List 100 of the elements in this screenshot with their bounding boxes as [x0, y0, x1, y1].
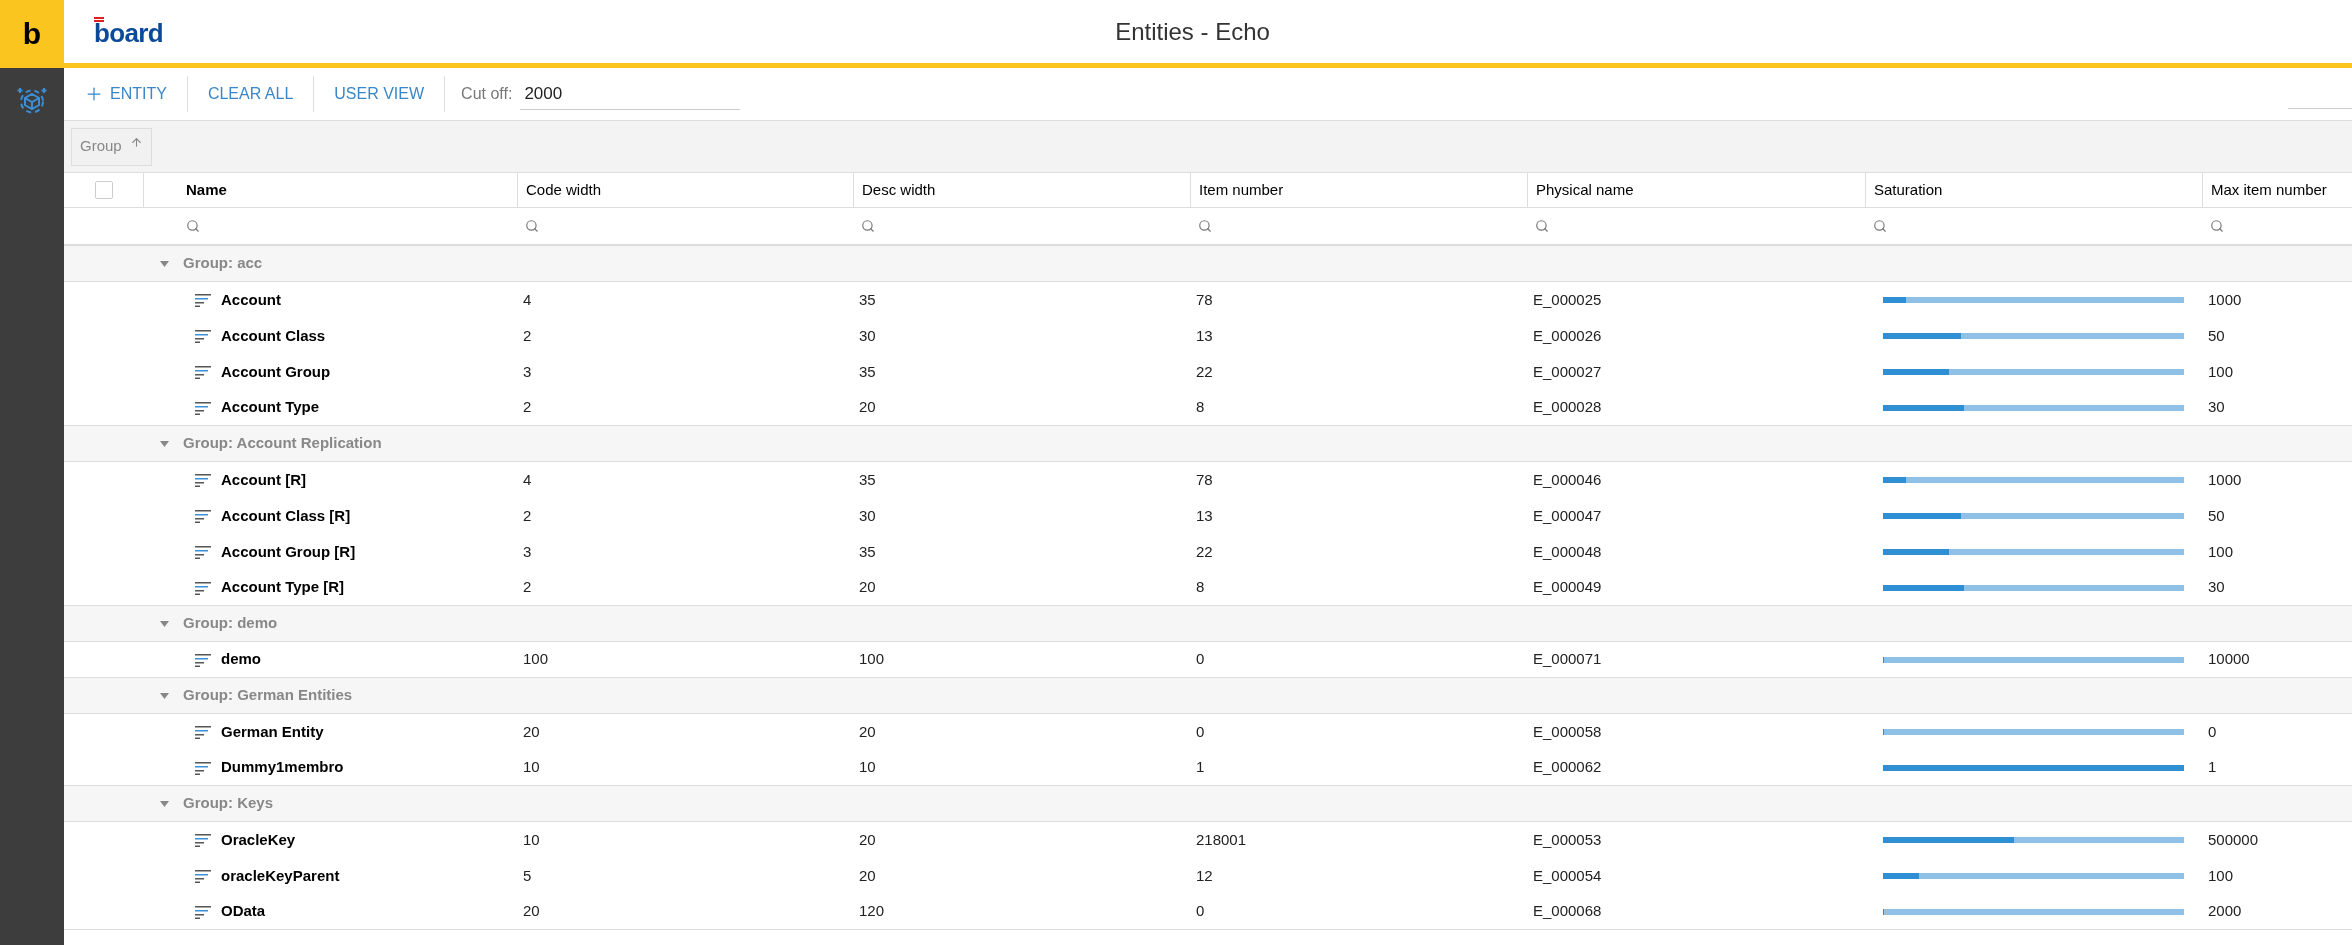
table-cell-text: E_000054	[1533, 865, 1602, 886]
group-label: Group: Keys	[183, 793, 273, 814]
sort-up-icon	[129, 136, 143, 149]
table-cell-text: 2	[523, 325, 532, 346]
table-cell-text: 2	[523, 577, 532, 598]
entity-name[interactable]: OData	[221, 900, 266, 923]
table-cell-text: 35	[859, 469, 876, 490]
table-cell-text: E_000049	[1533, 577, 1602, 598]
table-cell-text: 2	[523, 505, 532, 526]
table-cell-text: 0	[1196, 721, 1205, 742]
group-label: Group: German Entities	[183, 685, 353, 706]
search-icon[interactable]	[1873, 219, 1887, 233]
table-cell-text: E_000027	[1533, 361, 1602, 382]
entity-lines-icon	[195, 473, 212, 487]
table-cell-text: 30	[2208, 397, 2225, 418]
table-cell-text: 218001	[1196, 829, 1247, 850]
table-cell-text: 20	[859, 577, 876, 598]
table-cell-text: 2	[523, 397, 532, 418]
column-header[interactable]: Desc width	[862, 178, 936, 202]
table-cell-text: E_000026	[1533, 325, 1602, 346]
table-cell-text: E_000046	[1533, 469, 1602, 490]
app-logo[interactable]: b	[0, 0, 64, 68]
entity-name[interactable]: Account Type	[221, 396, 320, 419]
table-cell-text: 10000	[2208, 649, 2250, 670]
entity-name[interactable]: demo	[221, 648, 261, 671]
column-header[interactable]: Saturation	[1874, 178, 1943, 202]
column-header[interactable]: Max item number	[2211, 178, 2327, 202]
table-cell-text: 4	[523, 469, 532, 490]
entity-name[interactable]: Account [R]	[221, 468, 306, 492]
table-cell-text: 100	[523, 649, 549, 670]
search-icon[interactable]	[1535, 219, 1549, 233]
table-cell-text: 22	[1196, 361, 1213, 382]
table-cell-text: 8	[1196, 577, 1205, 598]
entity-name[interactable]: Account	[221, 288, 281, 312]
table-cell-text: 2000	[2208, 901, 2242, 922]
table-cell-text: 20	[859, 397, 876, 418]
table-cell-text: 0	[2208, 721, 2217, 742]
group-label: Group: demo	[183, 613, 278, 634]
board-logo: board	[94, 17, 163, 46]
table-cell-text: 20	[859, 721, 876, 742]
entity-name[interactable]: Account Group	[221, 360, 331, 384]
entity-name[interactable]: Dummy1membro	[221, 756, 344, 779]
cutoff-field[interactable]: 2000	[520, 78, 741, 110]
search-icon[interactable]	[2210, 219, 2224, 233]
column-header[interactable]: Item number	[1199, 178, 1284, 202]
cutoff-label: Cut off:	[461, 84, 513, 104]
toolbar-button[interactable]: USER VIEW	[314, 74, 445, 114]
entity-name[interactable]: German Entity	[221, 720, 324, 744]
entity-lines-icon	[195, 760, 212, 775]
entity-lines-icon	[195, 725, 212, 739]
table-cell-text: 20	[859, 829, 876, 850]
table-cell-text: 50	[2208, 505, 2225, 526]
table-cell-text: 1000	[2208, 289, 2242, 310]
table-cell-text: 78	[1196, 469, 1213, 490]
cube-icon[interactable]	[17, 86, 47, 116]
table-cell-text: 100	[2208, 865, 2234, 886]
table-cell-text: 10	[859, 757, 876, 778]
table-cell-text: 78	[1196, 289, 1213, 310]
entity-lines-icon	[195, 869, 212, 883]
group-label: Group: acc	[183, 253, 263, 274]
table-cell-text: 100	[2208, 361, 2234, 382]
table-cell-text: 22	[1196, 541, 1213, 562]
search-icon[interactable]	[1198, 219, 1212, 233]
entity-name[interactable]: oracleKeyParent	[221, 864, 340, 888]
add-entity-button[interactable]: ENTITY	[64, 74, 187, 114]
column-header[interactable]: Physical name	[1536, 178, 1634, 202]
table-cell-text: 5	[523, 865, 532, 886]
table-cell-text: 20	[859, 865, 876, 886]
table-cell-text: 13	[1196, 325, 1213, 346]
table-cell-text: 30	[859, 505, 876, 526]
table-cell-text: 1	[2208, 757, 2217, 778]
table-cell-text: E_000071	[1533, 649, 1602, 670]
search-icon[interactable]	[861, 219, 875, 233]
entity-lines-icon	[195, 580, 212, 595]
entity-lines-icon	[195, 329, 212, 343]
search-icon[interactable]	[525, 219, 539, 233]
entity-name[interactable]: OracleKey	[221, 828, 296, 852]
window-title: Entities - Echo	[1115, 16, 1270, 47]
entity-name[interactable]: Account Class	[221, 324, 326, 348]
column-header[interactable]: Name	[186, 178, 227, 202]
entity-name[interactable]: Account Group [R]	[221, 540, 356, 564]
entity-name[interactable]: Account Type [R]	[221, 576, 345, 599]
table-cell-text: 35	[859, 541, 876, 562]
entity-name[interactable]: Account Class [R]	[221, 504, 351, 528]
table-cell-text: 35	[859, 289, 876, 310]
entity-lines-icon	[195, 365, 212, 379]
column-header[interactable]: Code width	[526, 178, 602, 202]
entity-lines-icon	[195, 400, 212, 415]
toolbar-button[interactable]: CLEAR ALL	[187, 74, 314, 114]
table-cell-text: E_000048	[1533, 541, 1602, 562]
table-cell-text: 10	[523, 757, 540, 778]
table-cell-text: 1000	[2208, 469, 2242, 490]
table-cell-text: 20	[523, 721, 540, 742]
select-all-checkbox[interactable]	[94, 181, 113, 199]
search-icon[interactable]	[186, 219, 200, 233]
table-cell-text: 35	[859, 361, 876, 382]
table-cell-text: 3	[523, 361, 532, 382]
table-cell-text: 8	[1196, 397, 1205, 418]
entity-lines-icon	[195, 293, 212, 307]
table-cell-text: 12	[1196, 865, 1213, 886]
